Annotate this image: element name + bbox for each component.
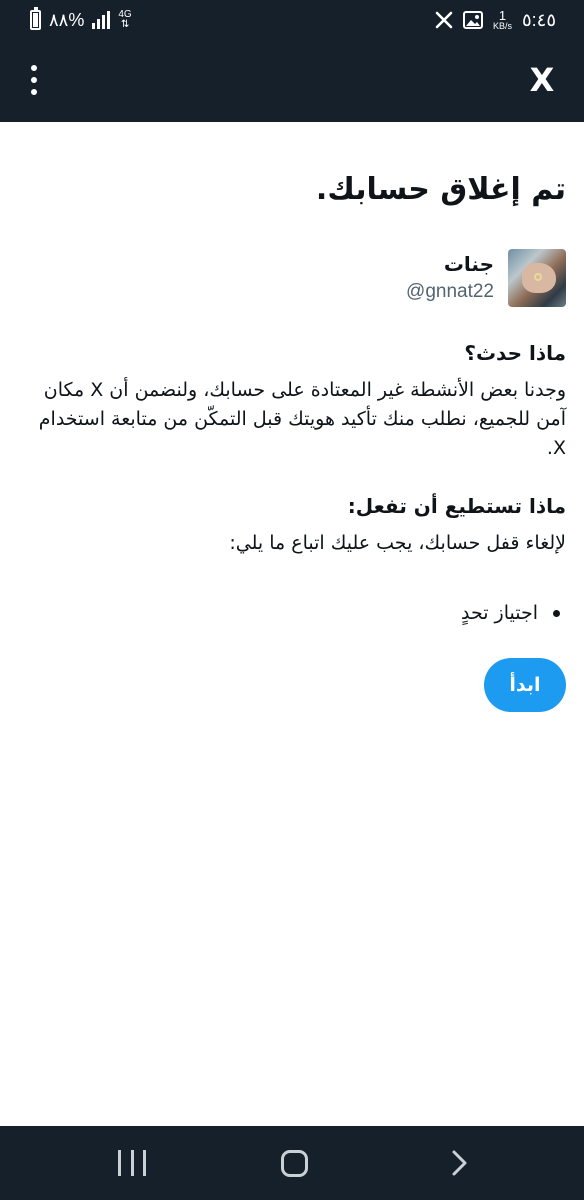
what-happened-title: ماذا حدث؟ — [464, 341, 566, 365]
start-button[interactable]: ابدأ — [484, 658, 566, 712]
status-bar: 1 KB/s ٥:٤٥ ٨٨% 4G ⇅ — [0, 0, 584, 40]
battery-fill — [33, 12, 38, 27]
data-arrows-icon: ⇅ — [120, 19, 130, 30]
what-to-do-body: لإلغاء قفل حسابك، يجب عليك اتباع ما يلي: — [229, 532, 566, 554]
avatar-ring — [534, 273, 542, 281]
signal-bar — [107, 11, 111, 29]
signal-bar — [102, 15, 106, 29]
signal-icon — [92, 11, 111, 29]
more-vertical-icon-dot — [31, 77, 37, 83]
clock: ٥:٤٥ — [521, 9, 556, 30]
what-happened-body: وجدنا بعض الأنشطة غير المعتادة على حسابك… — [38, 379, 566, 459]
recents-icon-line — [143, 1150, 146, 1176]
battery-percent: ٨٨% — [49, 9, 85, 30]
more-vertical-icon-dot — [31, 89, 37, 95]
recents-icon-line — [118, 1150, 121, 1176]
recents-icon[interactable] — [118, 1150, 146, 1176]
x-logo-icon — [435, 11, 453, 29]
recents-icon-line — [130, 1150, 134, 1176]
more-options-button[interactable] — [18, 60, 50, 100]
what-to-do-title: ماذا تستطيع أن تفعل: — [347, 494, 566, 518]
network-speed: 1 KB/s — [493, 9, 512, 31]
system-nav-bar — [0, 1126, 584, 1200]
list-item: اجتياز تحدٍ — [18, 600, 560, 626]
signal-bar — [97, 19, 101, 29]
more-vertical-icon-dot — [31, 65, 37, 71]
back-chevron-icon[interactable] — [446, 1149, 474, 1177]
app-bar: X — [0, 40, 584, 122]
network-type: 4G ⇅ — [118, 10, 131, 30]
status-left-cluster: ٨٨% 4G ⇅ — [30, 7, 132, 32]
battery-icon — [30, 7, 41, 30]
profile-card: جنات @gnnat22 — [18, 248, 566, 308]
page-title: تم إغلاق حسابك. — [315, 172, 566, 207]
steps-list: اجتياز تحدٍ — [18, 600, 566, 626]
home-icon[interactable] — [281, 1150, 308, 1177]
avatar — [508, 249, 566, 307]
profile-text: جنات @gnnat22 — [406, 252, 494, 304]
profile-handle: @gnnat22 — [406, 281, 494, 302]
close-x-icon[interactable]: X — [522, 60, 562, 100]
profile-name: جنات — [443, 252, 494, 276]
status-right-cluster: 1 KB/s ٥:٤٥ — [435, 8, 556, 32]
main-content: تم إغلاق حسابك. جنات @gnnat22 ماذا حدث؟ … — [0, 122, 584, 626]
signal-bar — [92, 23, 96, 29]
network-speed-unit: KB/s — [492, 21, 512, 31]
image-icon — [462, 11, 483, 29]
